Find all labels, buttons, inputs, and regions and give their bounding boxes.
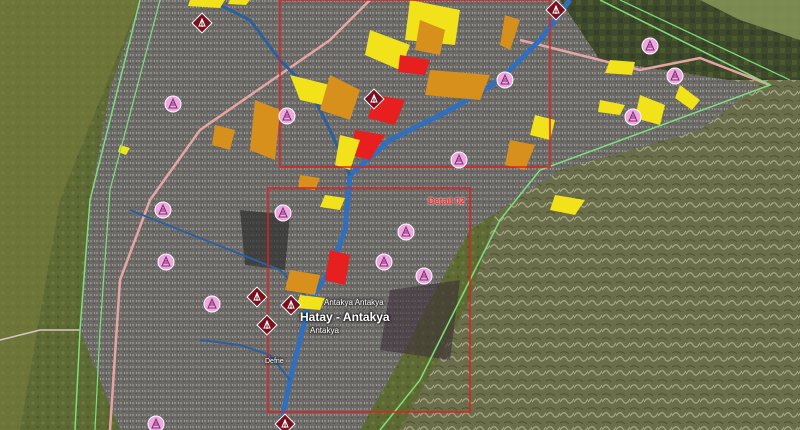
city-label: Hatay - Antakya (300, 310, 390, 324)
map-canvas (0, 0, 800, 430)
district-label-upper: Antakya Antakya (324, 298, 384, 307)
satellite-map[interactable]: Detail 02 Antakya Antakya Hatay - Antaky… (0, 0, 800, 430)
district-label-small: Antakya (310, 326, 339, 335)
eastern-slope (380, 280, 460, 360)
river-label: Defne (265, 358, 284, 365)
detail-frame-label: Detail 02 (428, 196, 466, 206)
